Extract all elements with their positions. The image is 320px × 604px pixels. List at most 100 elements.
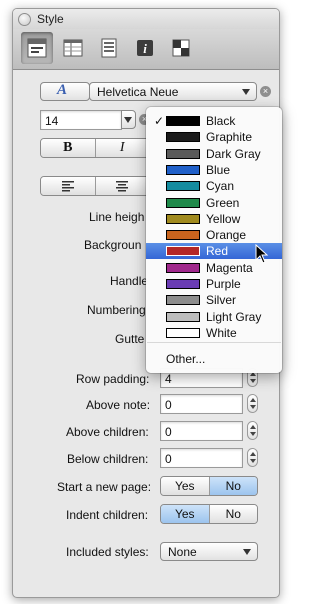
font-family-popup[interactable]: Helvetica Neue xyxy=(89,82,257,101)
above-note-stepper[interactable] xyxy=(247,394,258,413)
theme-tab[interactable] xyxy=(165,32,197,64)
row-padding-value: 4 xyxy=(165,372,172,386)
indent-children-yes[interactable]: Yes xyxy=(161,505,210,523)
color-name: Silver xyxy=(206,293,237,308)
menu-item-color[interactable]: Yellow xyxy=(146,211,282,227)
gutter-label: Gutte xyxy=(115,332,145,346)
menu-item-color[interactable]: ✓ Black xyxy=(146,113,282,129)
chevron-down-icon xyxy=(242,89,250,95)
info-icon: i xyxy=(137,40,153,56)
menu-item-color[interactable]: Cyan xyxy=(146,178,282,194)
font-size-menu-button[interactable] xyxy=(121,110,136,129)
color-swatch xyxy=(166,148,200,159)
numbering-label: Numbering xyxy=(87,303,146,317)
below-children-field[interactable]: 0 xyxy=(160,448,243,468)
color-name: Blue xyxy=(206,162,231,177)
color-name: Purple xyxy=(206,277,241,291)
pointer-cursor-icon xyxy=(255,244,269,264)
menu-item-color[interactable]: Silver xyxy=(146,292,282,308)
color-swatch xyxy=(166,246,200,257)
indent-children-control: Yes No xyxy=(160,504,258,524)
font-family-value: Helvetica Neue xyxy=(97,85,179,99)
font-icon: A xyxy=(57,82,68,98)
below-children-value: 0 xyxy=(165,452,172,466)
style-tab[interactable] xyxy=(21,32,53,64)
document-icon xyxy=(101,38,117,58)
color-swatch xyxy=(166,279,200,289)
alignment-control xyxy=(40,176,150,196)
indent-children-no[interactable]: No xyxy=(209,505,257,523)
document-tab[interactable] xyxy=(93,32,125,64)
align-center-icon xyxy=(116,181,129,192)
color-swatch xyxy=(166,116,200,126)
indent-children-label: Indent children: xyxy=(66,508,149,522)
align-left-icon xyxy=(61,181,74,192)
font-size-field[interactable]: 14 xyxy=(40,110,122,130)
columns-tab[interactable] xyxy=(57,32,89,64)
color-name: Dark Gray xyxy=(206,146,261,161)
line-height-label: Line heigh xyxy=(89,210,145,224)
start-new-page-no[interactable]: No xyxy=(209,477,257,495)
above-children-label: Above children: xyxy=(66,425,149,439)
color-name: Green xyxy=(206,195,240,210)
above-note-label: Above note: xyxy=(86,398,151,412)
menu-item-color[interactable]: Blue xyxy=(146,162,282,178)
above-children-field[interactable]: 0 xyxy=(160,421,243,441)
columns-icon xyxy=(63,39,83,57)
color-swatch xyxy=(166,327,200,338)
handle-label: Handle xyxy=(110,274,149,288)
color-name: Black xyxy=(206,114,236,128)
color-name: Orange xyxy=(206,228,247,243)
above-note-field[interactable]: 0 xyxy=(160,394,243,414)
menu-item-color[interactable]: Orange xyxy=(146,227,282,243)
color-swatch xyxy=(166,197,200,208)
color-name: Magenta xyxy=(206,260,253,275)
color-swatch xyxy=(166,181,200,192)
menu-item-other-label: Other... xyxy=(166,352,206,366)
clear-font-icon[interactable]: × xyxy=(260,86,271,97)
start-new-page-control: Yes No xyxy=(160,476,258,496)
font-effects-button[interactable]: A xyxy=(40,82,90,101)
menu-item-color[interactable]: White xyxy=(146,325,282,341)
background-label: Backgroun xyxy=(84,238,142,252)
align-center-button[interactable] xyxy=(95,177,149,195)
color-name: Light Gray xyxy=(206,309,262,324)
included-styles-popup[interactable]: None xyxy=(160,542,258,561)
color-name: White xyxy=(206,325,237,340)
above-children-value: 0 xyxy=(165,425,172,439)
svg-text:i: i xyxy=(143,41,147,56)
above-children-stepper[interactable] xyxy=(247,421,258,440)
chevron-down-icon xyxy=(124,117,132,123)
close-button[interactable] xyxy=(18,13,31,26)
theme-icon xyxy=(172,39,190,57)
color-swatch xyxy=(166,230,200,241)
above-note-value: 0 xyxy=(165,398,172,412)
color-swatch xyxy=(166,132,200,143)
below-children-stepper[interactable] xyxy=(247,448,258,467)
menu-item-color[interactable]: Light Gray xyxy=(146,309,282,325)
row-padding-label: Row padding: xyxy=(76,372,150,386)
menu-item-color[interactable]: Graphite xyxy=(146,129,282,145)
menu-item-color[interactable]: Green xyxy=(146,195,282,211)
color-name: Red xyxy=(206,244,229,259)
color-name: Graphite xyxy=(206,130,253,145)
color-swatch xyxy=(166,164,200,175)
bold-button[interactable]: B xyxy=(41,139,96,157)
menu-item-other[interactable]: Other... xyxy=(146,351,282,367)
color-name: Cyan xyxy=(206,179,235,194)
menu-item-color[interactable]: Purple xyxy=(146,276,282,292)
inspector-tab[interactable]: i xyxy=(129,32,161,64)
align-left-button[interactable] xyxy=(41,177,96,195)
menu-item-color[interactable]: Dark Gray xyxy=(146,146,282,162)
chevron-down-icon xyxy=(243,549,251,555)
color-swatch xyxy=(166,311,200,322)
menu-separator xyxy=(147,342,281,343)
start-new-page-yes[interactable]: Yes xyxy=(161,477,210,495)
title-bar: Style xyxy=(13,9,279,29)
italic-button[interactable]: I xyxy=(95,139,149,157)
color-swatch xyxy=(166,295,200,306)
text-format-control: B I xyxy=(40,138,150,158)
style-icon xyxy=(27,38,47,58)
color-menu: Other... ✓ Black Graphite Dark Gray Blue Cyan… xyxy=(146,107,282,373)
included-styles-label: Included styles: xyxy=(66,545,149,559)
